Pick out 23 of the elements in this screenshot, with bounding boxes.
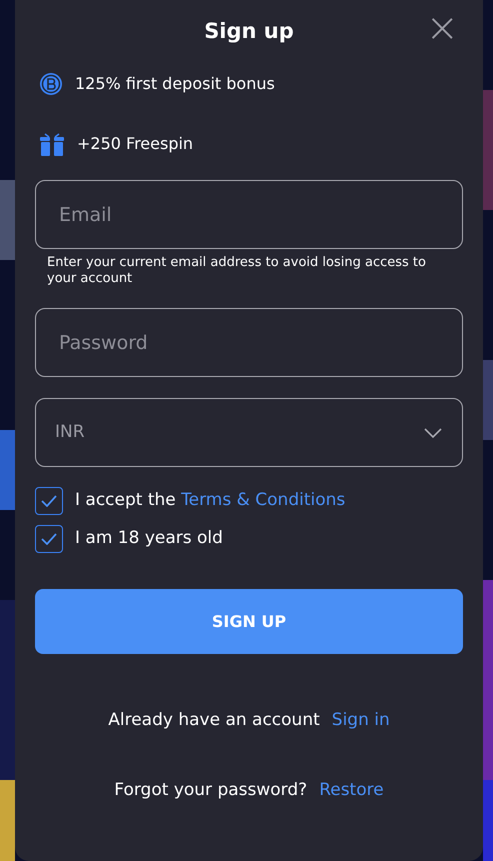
signup-button[interactable]: SIGN UP (35, 589, 463, 654)
prompt-text: Forgot your password? (114, 778, 308, 802)
close-button[interactable]: × (425, 8, 459, 48)
checkbox-label: I accept the (75, 490, 177, 510)
checkbox[interactable] (35, 525, 63, 553)
currency-select[interactable]: INR (35, 398, 463, 467)
bonus-text: 125% first deposit bonus (75, 73, 275, 95)
coin-icon (39, 72, 63, 96)
checkmark-icon (41, 533, 57, 545)
field-hint: Enter your current email address to avoid losing access to your account (46, 255, 427, 287)
bonus-text: +250 Freespin (77, 133, 194, 155)
terms-link[interactable]: Terms & Conditions (181, 490, 346, 510)
chevron-down-icon (423, 426, 443, 438)
checkmark-icon (41, 495, 57, 507)
restore-link[interactable]: Restore (319, 778, 384, 803)
sign-in-link[interactable]: Sign in (332, 708, 390, 734)
prompt-text: Already have an account (108, 709, 320, 732)
checkbox-label: I am 18 years old (75, 528, 223, 548)
password-field[interactable]: Password (35, 308, 463, 377)
email-field[interactable]: Email (35, 180, 463, 249)
dialog-title: Sign up (204, 18, 294, 45)
gift-icon (39, 131, 65, 157)
checkbox[interactable] (35, 487, 63, 515)
